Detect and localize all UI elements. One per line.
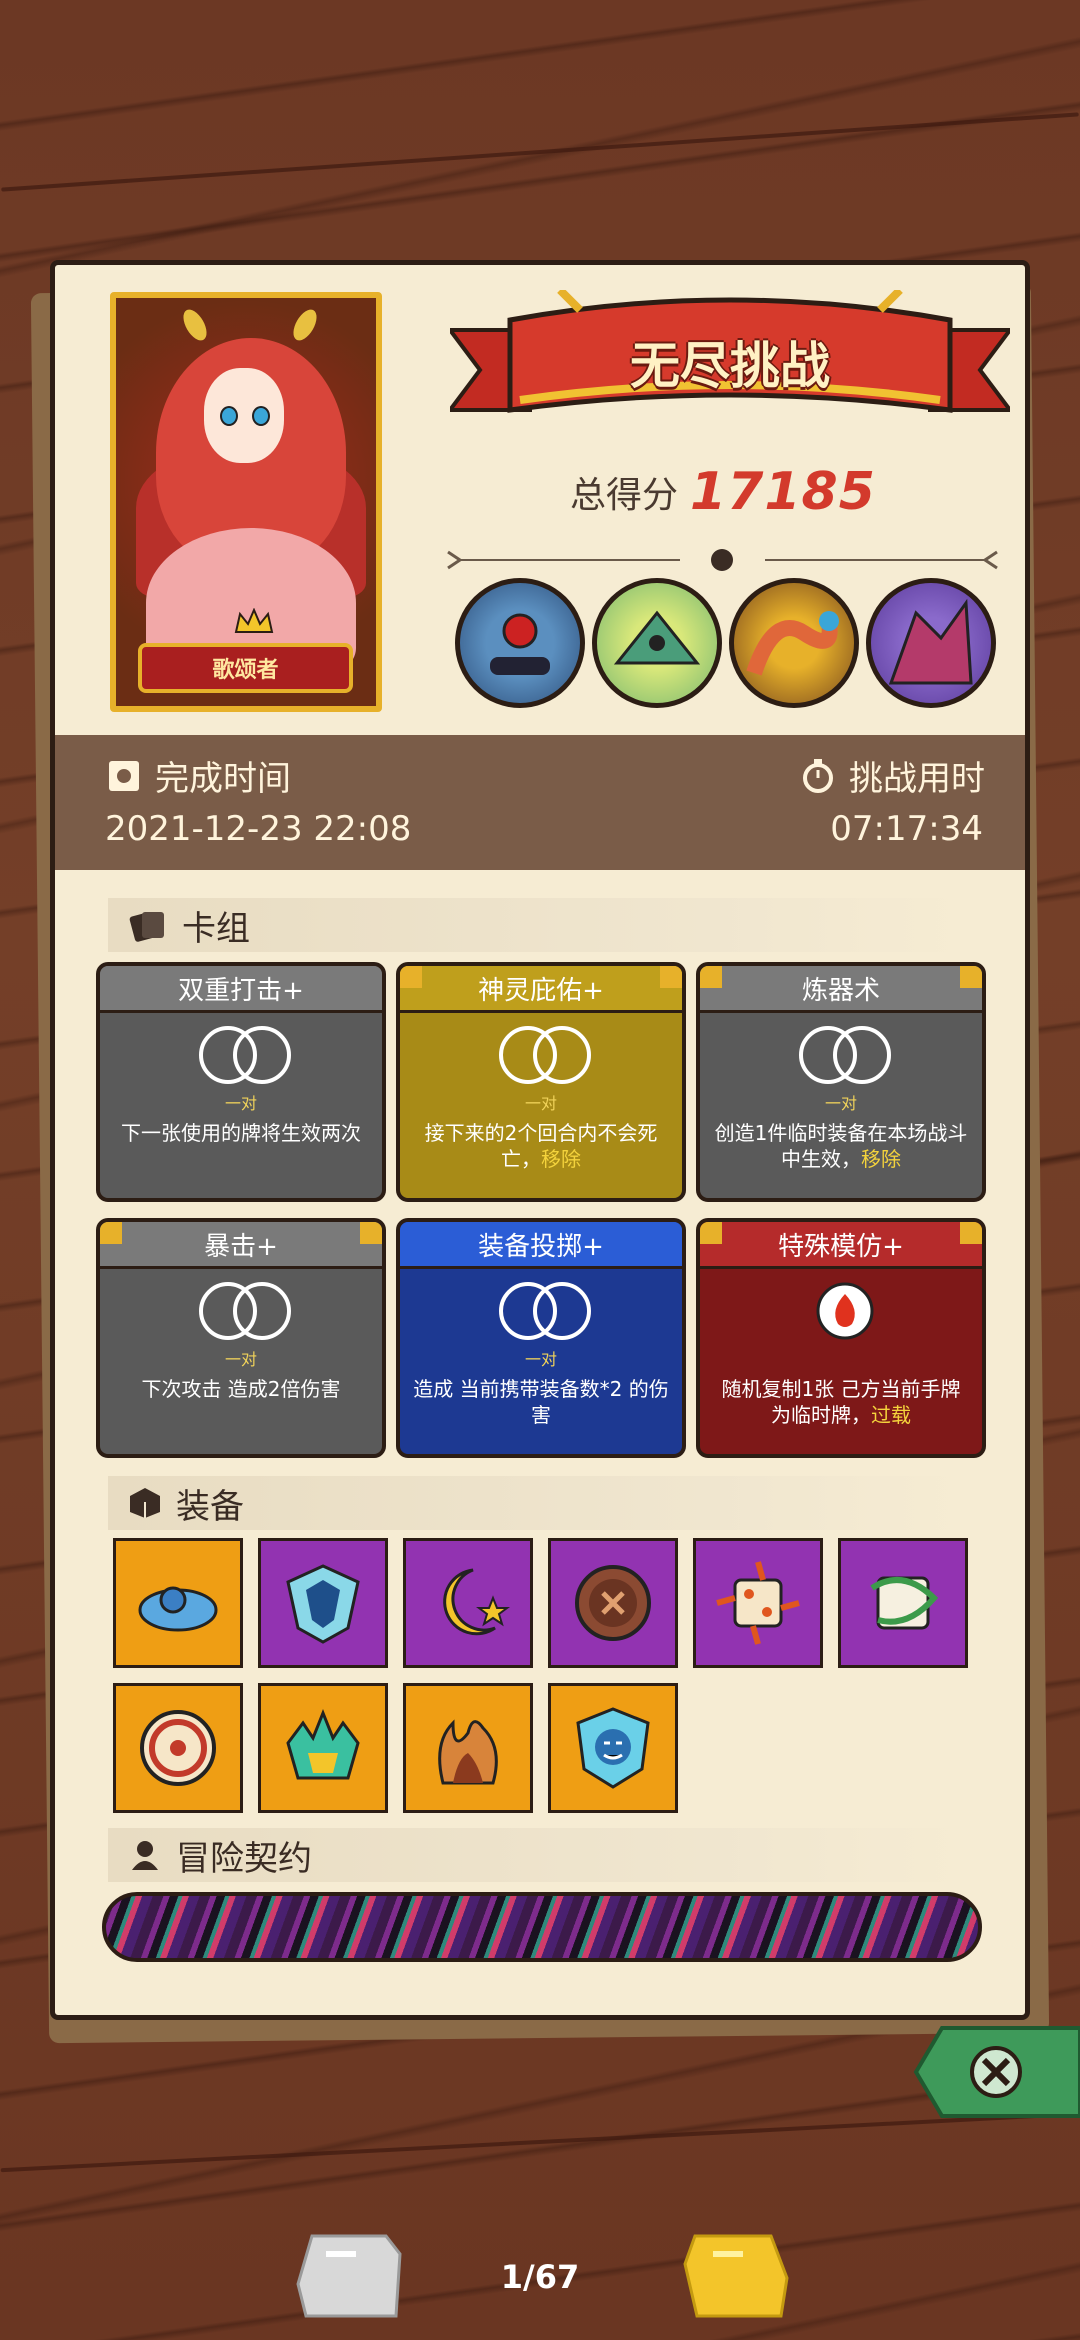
equipment-slot[interactable]: [548, 1683, 678, 1813]
moon-star-icon: [443, 1568, 510, 1636]
boss-avatar[interactable]: [455, 578, 585, 708]
deck-section-header: 卡组: [108, 898, 968, 952]
score-label: 总得分: [570, 475, 679, 516]
card-tag: 一对: [224, 1350, 257, 1369]
card-description: 创造1件临时装备在本场战斗中生效，移除: [714, 1121, 968, 1171]
skill-card[interactable]: 暴击+ 一对 下次攻击 造成2倍伤害: [96, 1218, 386, 1458]
equipment-slot[interactable]: [548, 1538, 678, 1668]
flame-mask-icon: [286, 1708, 360, 1780]
pair-rings-icon: [199, 1282, 291, 1340]
skill-card[interactable]: 炼器术 一对 创造1件临时装备在本场战斗中生效，移除: [696, 962, 986, 1202]
equipment-slot[interactable]: [403, 1538, 533, 1668]
ornament-divider: [447, 549, 998, 571]
person-icon: [132, 1841, 158, 1870]
card-name: 炼器术: [700, 966, 982, 1013]
card-tag: 一对: [224, 1094, 257, 1113]
total-score: 总得分 17185: [570, 462, 876, 522]
character-portrait[interactable]: 歌颂者: [110, 292, 382, 712]
duration-value: 07:17:34: [830, 809, 983, 849]
card-name: 双重打击+: [100, 966, 382, 1013]
card-description: 随机复制1张 己方当前手牌 为临时牌，过载: [721, 1377, 961, 1427]
button-icon: [575, 1565, 651, 1641]
next-page-button[interactable]: [683, 2234, 789, 2318]
boss-avatar[interactable]: [729, 578, 859, 708]
equipment-slot[interactable]: [113, 1538, 243, 1668]
card-description: 接下来的2个回合内不会死亡，移除: [424, 1121, 658, 1171]
boss-avatar[interactable]: [866, 578, 996, 708]
spiked-dice-icon: [716, 1561, 800, 1645]
equipment-section-header: 装备: [108, 1476, 968, 1530]
film-icon: [109, 760, 139, 791]
complete-time-value: 2021-12-23 22:08: [105, 809, 412, 849]
card-description: 下一张使用的牌将生效两次: [121, 1121, 361, 1145]
score-value: 17185: [690, 462, 876, 522]
equipment-slot[interactable]: [403, 1683, 533, 1813]
skill-card[interactable]: 装备投掷+ 一对 造成 当前携带装备数*2 的伤害: [396, 1218, 686, 1458]
complete-time-label: 完成时间: [107, 751, 291, 800]
skill-card[interactable]: 双重打击+ 一对 下一张使用的牌将生效两次: [96, 962, 386, 1202]
contract-section-header: 冒险契约: [108, 1828, 968, 1882]
flame-circle-icon: [816, 1282, 874, 1340]
equipment-slot[interactable]: [838, 1538, 968, 1668]
card-description: 造成 当前携带装备数*2 的伤害: [413, 1377, 669, 1427]
blue-shield-icon: [286, 1564, 360, 1644]
skill-card[interactable]: 神灵庇佑+ 一对 接下来的2个回合内不会死亡，移除: [396, 962, 686, 1202]
duration-label: 挑战用时: [801, 751, 985, 800]
close-button[interactable]: [912, 2024, 1080, 2120]
equipment-slot[interactable]: [258, 1538, 388, 1668]
flame-bundle-icon: [438, 1719, 498, 1785]
card-tag: 一对: [824, 1094, 857, 1113]
page-indicator: 1/67: [500, 2258, 580, 2296]
card-name: 暴击+: [100, 1222, 382, 1269]
prev-page-button[interactable]: [296, 2234, 402, 2318]
vine-dice-icon: [870, 1576, 939, 1630]
time-band: 完成时间 2021-12-23 22:08 挑战用时 07:17:34: [55, 735, 1025, 870]
crown-icon: [234, 608, 274, 633]
equipment-slot[interactable]: [693, 1538, 823, 1668]
stopwatch-icon: [803, 758, 833, 793]
card-name: 装备投掷+: [400, 1222, 682, 1269]
character-name: 歌颂者: [138, 643, 353, 693]
card-tag: 一对: [524, 1350, 557, 1369]
pumpkin-shield-icon: [576, 1707, 650, 1789]
skill-card[interactable]: 特殊模仿+ 随机复制1张 己方当前手牌 为临时牌，过载: [696, 1218, 986, 1458]
card-description: 下次攻击 造成2倍伤害: [141, 1377, 341, 1401]
blue-slime-icon: [138, 1586, 218, 1632]
round-shield-icon: [140, 1710, 216, 1786]
mode-banner: 无尽挑战: [446, 287, 1014, 460]
contract-strip[interactable]: [102, 1892, 982, 1962]
boss-avatar[interactable]: [592, 578, 722, 708]
pair-rings-icon: [499, 1282, 591, 1340]
pair-rings-icon: [799, 1026, 891, 1084]
card-name: 特殊模仿+: [700, 1222, 982, 1269]
card-tag: 一对: [524, 1094, 557, 1113]
pair-rings-icon: [199, 1026, 291, 1084]
equipment-slot[interactable]: [113, 1683, 243, 1813]
box-icon: [130, 1488, 160, 1518]
card-name: 神灵庇佑+: [400, 966, 682, 1013]
equipment-slot[interactable]: [258, 1683, 388, 1813]
pair-rings-icon: [499, 1026, 591, 1084]
cards-icon: [129, 912, 164, 942]
mode-title: 无尽挑战: [630, 337, 830, 395]
